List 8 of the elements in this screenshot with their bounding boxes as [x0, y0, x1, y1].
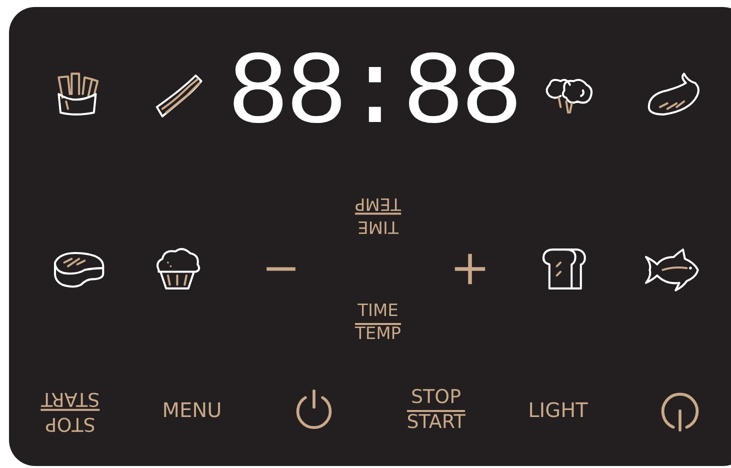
digital-display: 88:88 — [226, 43, 520, 147]
stop-start-button[interactable]: STOP START — [40, 388, 100, 432]
panel-button[interactable]: MENU — [162, 398, 222, 422]
time-temp-button[interactable]: TIME TEMP — [354, 303, 402, 344]
panel-button[interactable]: LIGHT — [528, 398, 588, 422]
stop-start-button[interactable]: STOP START — [406, 388, 466, 432]
plus-icon[interactable] — [453, 252, 487, 286]
time-temp-button[interactable]: TIME TEMP — [354, 194, 402, 235]
